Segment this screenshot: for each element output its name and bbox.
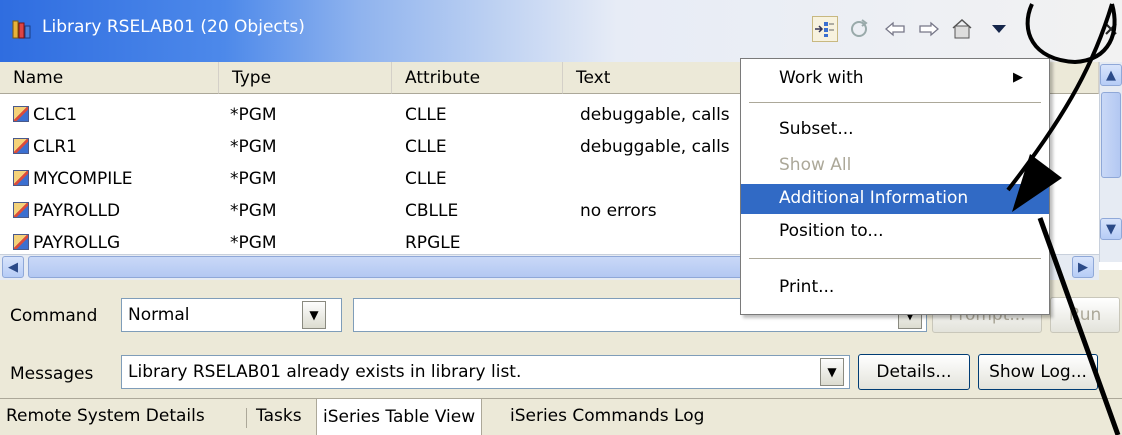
annotation-overlay <box>1006 3 1121 435</box>
annotation-arrow-head <box>1012 154 1062 212</box>
annotation-line <box>1037 217 1121 435</box>
annotation-arrow-stroke <box>1006 3 1114 192</box>
